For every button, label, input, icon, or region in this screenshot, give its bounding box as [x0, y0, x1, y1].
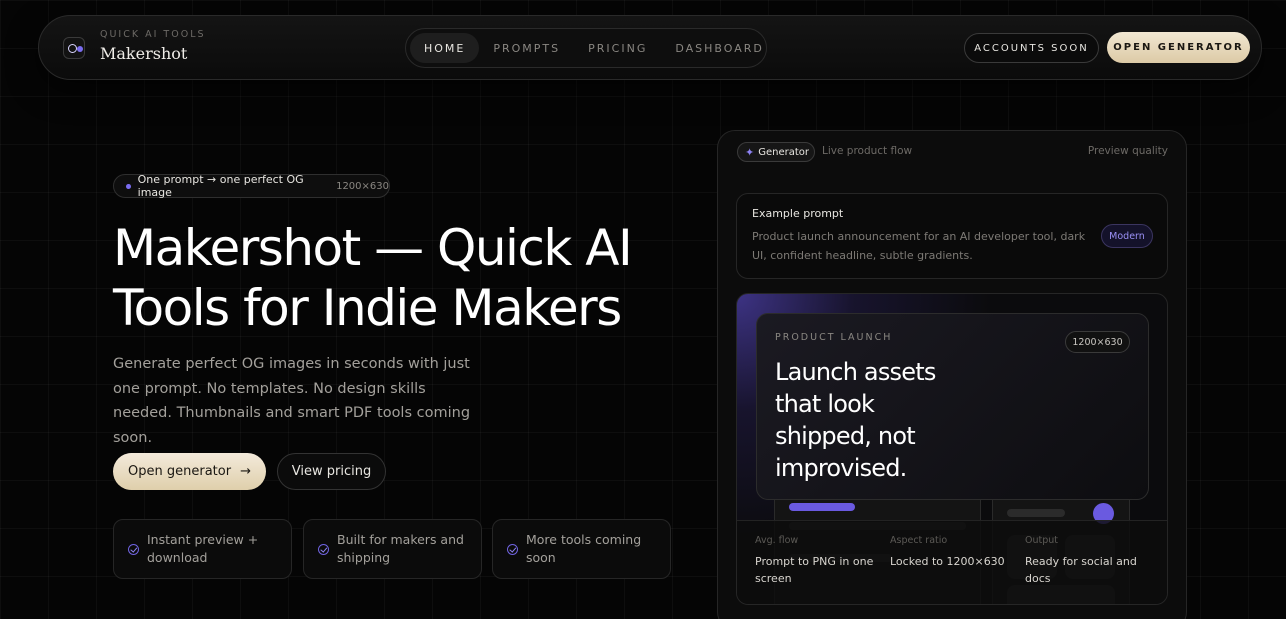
accounts-soon-button[interactable]: ACCOUNTS SOON	[964, 33, 1099, 63]
logo-icon[interactable]	[63, 37, 85, 59]
check-circle-icon	[507, 543, 518, 555]
check-circle-icon	[318, 543, 329, 555]
brand-kicker: QUICK AI TOOLS	[100, 29, 206, 40]
og-card: PRODUCT LAUNCH 1200×630 Launch assets th…	[756, 313, 1149, 500]
og-headline: Launch assets that look shipped, not imp…	[775, 358, 936, 482]
nav-links: HOME PROMPTS PRICING DASHBOARD	[405, 28, 767, 68]
open-generator-nav-button[interactable]: OPEN GENERATOR	[1107, 32, 1250, 63]
top-navbar: QUICK AI TOOLS Makershot HOME PROMPTS PR…	[38, 15, 1262, 80]
nav-link-pricing[interactable]: PRICING	[574, 33, 661, 63]
og-preview: PRODUCT LAUNCH 1200×630 Launch assets th…	[736, 293, 1168, 605]
feature-text: More tools coming soon	[526, 532, 642, 565]
hero-pill: One prompt → one perfect OG image 1200×6…	[113, 173, 390, 199]
nav-link-dashboard[interactable]: DASHBOARD	[661, 33, 778, 63]
nav-link-prompts[interactable]: PROMPTS	[479, 33, 574, 63]
stats-strip: Avg. flow Prompt to PNG in one screen As…	[737, 520, 1167, 604]
arrow-right-icon: →	[240, 464, 251, 479]
og-kicker: PRODUCT LAUNCH	[775, 332, 893, 343]
sparkle-icon: ✦	[745, 145, 755, 159]
generator-badge: ✦ Generator	[737, 142, 815, 162]
og-size-badge: 1200×630	[1065, 331, 1130, 353]
feature-card: More tools coming soon	[492, 519, 671, 579]
nav-link-home[interactable]: HOME	[410, 33, 480, 63]
feature-text: Instant preview + download	[147, 532, 259, 565]
generator-badge-label: Generator	[758, 146, 809, 158]
hero-title: Makershot — Quick AI Tools for Indie Mak…	[113, 219, 633, 337]
style-tag: Modern	[1101, 224, 1153, 248]
stat-item: Avg. flow Prompt to PNG in one screen	[755, 535, 883, 587]
example-prompt-body: Product launch announcement for an AI de…	[752, 230, 1086, 262]
open-generator-label: Open generator	[128, 464, 232, 479]
stat-label: Avg. flow	[755, 535, 799, 546]
stat-label: Aspect ratio	[890, 535, 948, 546]
stat-label: Output	[1025, 535, 1058, 546]
pill-dot-icon	[126, 183, 131, 189]
feature-text: Built for makers and shipping	[337, 532, 464, 565]
feature-card: Built for makers and shipping	[303, 519, 482, 579]
generator-panel: ✦ Generator Live product flow Preview qu…	[717, 130, 1187, 619]
preview-quality-label: Preview quality	[1087, 145, 1168, 157]
example-prompt-card: Example prompt Product launch announceme…	[736, 193, 1168, 279]
example-prompt-title: Example prompt	[752, 207, 844, 220]
open-generator-button[interactable]: Open generator →	[113, 453, 266, 490]
stat-item: Aspect ratio Locked to 1200×630	[890, 535, 1015, 570]
check-circle-icon	[128, 543, 139, 555]
feature-card: Instant preview + download	[113, 519, 292, 579]
pill-size: 1200×630	[336, 180, 389, 192]
hero-subtitle: Generate perfect OG images in seconds wi…	[113, 356, 471, 446]
stat-item: Output Ready for social and docs	[1025, 535, 1155, 587]
view-pricing-button[interactable]: View pricing	[277, 453, 386, 490]
stat-value: Locked to 1200×630	[890, 555, 1005, 568]
generator-subtitle: Live product flow	[822, 145, 913, 157]
brand-name[interactable]: Makershot	[100, 44, 187, 63]
pill-text: One prompt → one perfect OG image	[137, 173, 304, 199]
stat-value: Prompt to PNG in one screen	[755, 555, 874, 585]
stat-value: Ready for social and docs	[1025, 555, 1137, 585]
